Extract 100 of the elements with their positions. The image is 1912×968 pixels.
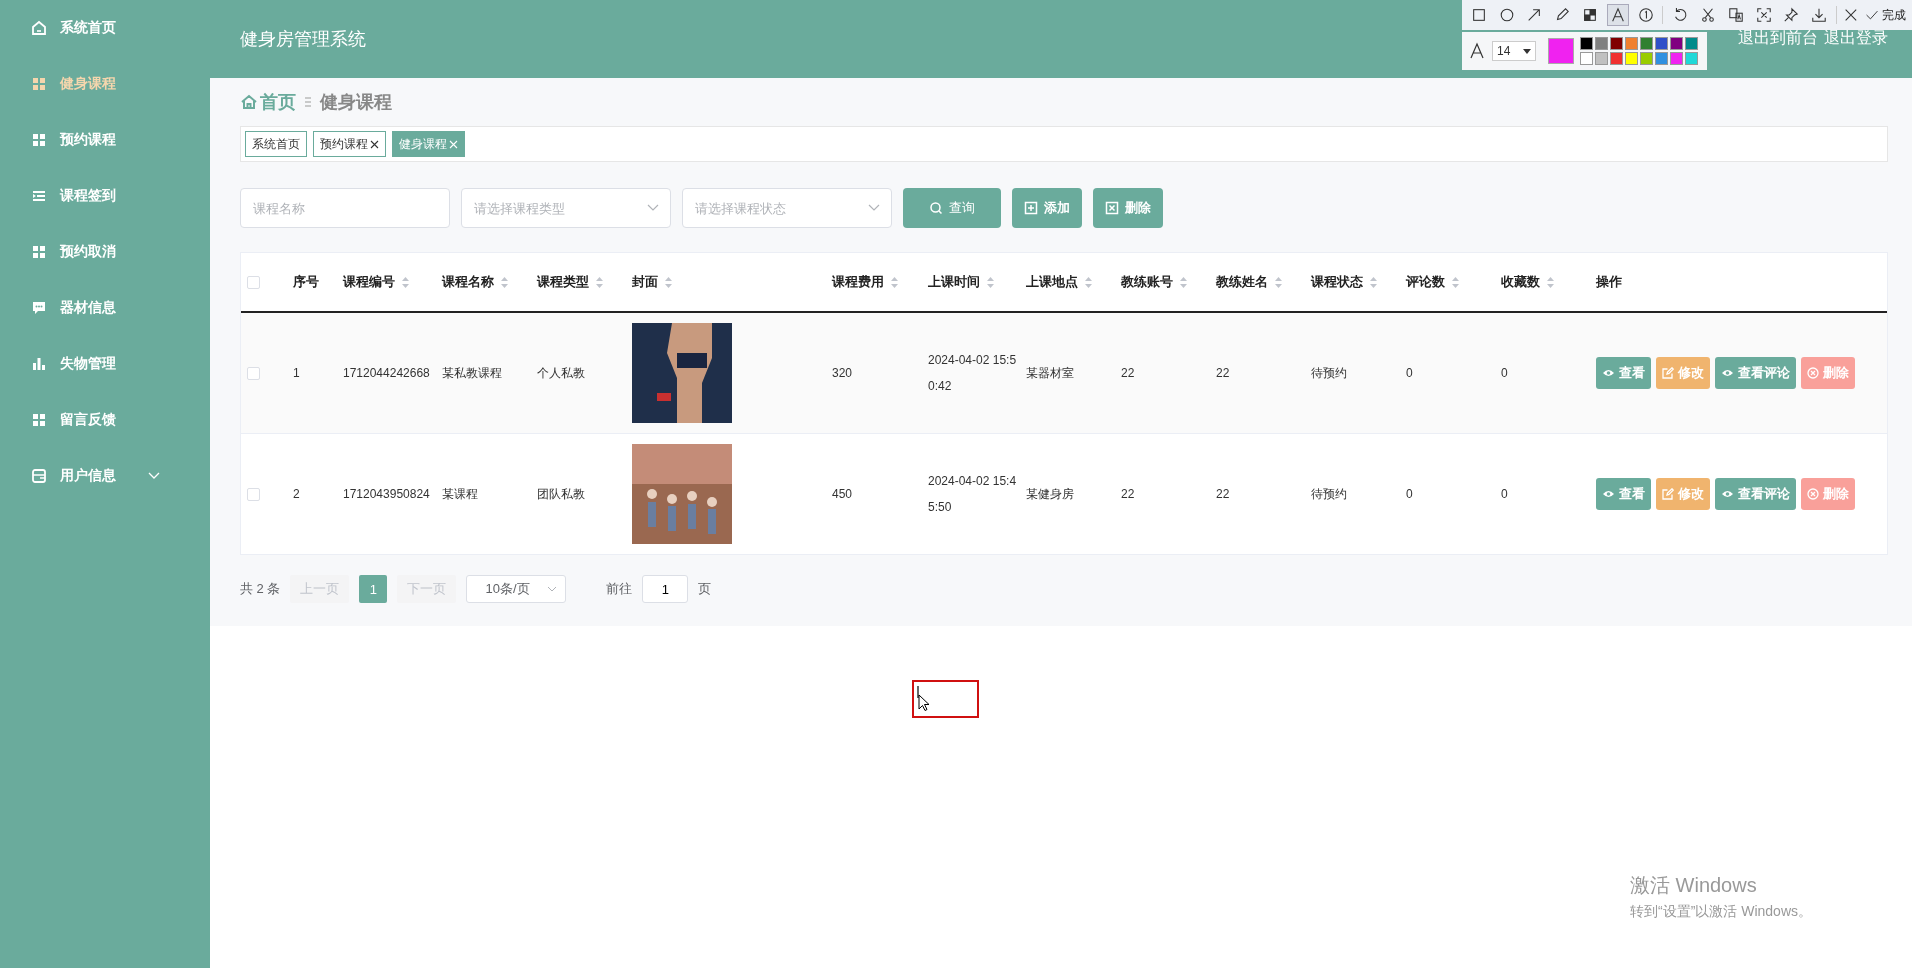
- page-number-field[interactable]: 1: [642, 575, 689, 603]
- sidebar-item[interactable]: 失物管理: [0, 336, 210, 392]
- row-checkbox[interactable]: [247, 366, 260, 380]
- color-swatch[interactable]: [1640, 37, 1653, 50]
- column-header[interactable]: 评论数: [1406, 273, 1445, 291]
- sidebar-item[interactable]: 系统首页: [0, 0, 210, 56]
- sort-icon[interactable]: [500, 275, 509, 289]
- activation-title: 激活 Windows: [1630, 873, 1758, 898]
- color-swatch[interactable]: [1625, 37, 1638, 50]
- sort-icon[interactable]: [1179, 275, 1188, 289]
- eye-icon: [1602, 489, 1615, 499]
- column-header[interactable]: 上课时间: [928, 273, 980, 291]
- undo-icon: [1672, 7, 1689, 23]
- color-swatch[interactable]: [1670, 52, 1683, 65]
- pencil-icon: [1554, 7, 1571, 23]
- column-header[interactable]: 课程类型: [537, 273, 589, 291]
- text-icon: [1609, 7, 1626, 23]
- view-button[interactable]: 查看: [1596, 357, 1651, 389]
- table-cell-text: 待预约: [1311, 485, 1348, 503]
- edit-button[interactable]: 修改: [1656, 478, 1710, 510]
- current-color-swatch[interactable]: [1548, 38, 1574, 64]
- page-size-select[interactable]: 10条/页: [466, 575, 567, 603]
- bar-chart-icon: [30, 355, 48, 373]
- sidebar-item[interactable]: 预约课程: [0, 112, 210, 168]
- table-cell-text: 1712043950824: [343, 487, 431, 501]
- table-cell-text: 2024-04-02 15:50:42: [928, 352, 1018, 395]
- breadcrumb-home-link[interactable]: 首页: [240, 90, 296, 114]
- sort-icon[interactable]: [1546, 275, 1555, 289]
- delete-button[interactable]: 删除: [1093, 188, 1163, 228]
- column-header[interactable]: 教练姓名: [1216, 273, 1268, 291]
- search-field[interactable]: 课程名称: [240, 188, 450, 228]
- color-swatch[interactable]: [1625, 52, 1638, 65]
- sort-icon[interactable]: [595, 275, 604, 289]
- header-link[interactable]: 退出登录: [1824, 29, 1888, 46]
- column-header[interactable]: 课程名称: [442, 273, 494, 291]
- sidebar-item[interactable]: 预约取消: [0, 224, 210, 280]
- tab[interactable]: 预约课程: [313, 131, 386, 157]
- sidebar-item[interactable]: 健身课程: [0, 56, 210, 112]
- sort-icon[interactable]: [986, 275, 995, 289]
- edit-button[interactable]: 修改: [1656, 357, 1710, 389]
- sort-icon[interactable]: [1451, 275, 1460, 289]
- select-field[interactable]: 请选择课程类型: [461, 188, 671, 228]
- header-link[interactable]: 退出到前台: [1738, 29, 1818, 46]
- tab[interactable]: 系统首页: [245, 131, 307, 157]
- view-button[interactable]: 查看评论: [1715, 357, 1796, 389]
- sort-icon[interactable]: [1084, 275, 1093, 289]
- delete-button[interactable]: 删除: [1801, 357, 1855, 389]
- sidebar-item[interactable]: 器材信息: [0, 280, 210, 336]
- page-button[interactable]: 1: [359, 575, 388, 603]
- color-swatch[interactable]: [1655, 52, 1668, 65]
- select-field[interactable]: 请选择课程状态: [682, 188, 892, 228]
- table-cell-text: 个人私教: [537, 364, 586, 382]
- sidebar-item[interactable]: 课程签到: [0, 168, 210, 224]
- color-swatch[interactable]: [1610, 52, 1623, 65]
- column-header[interactable]: 上课地点: [1026, 273, 1078, 291]
- sidebar-item[interactable]: 用户信息: [0, 448, 210, 504]
- sort-icon[interactable]: [1274, 275, 1283, 289]
- checkmark-icon: [1864, 8, 1879, 22]
- column-header: 序号: [293, 273, 319, 291]
- color-swatch[interactable]: [1580, 52, 1593, 65]
- search-button[interactable]: 查询: [903, 188, 1001, 228]
- close-icon[interactable]: [1843, 7, 1859, 23]
- color-swatch[interactable]: [1640, 52, 1653, 65]
- font-size-select[interactable]: 14: [1492, 41, 1536, 61]
- add-button[interactable]: 添加: [1012, 188, 1082, 228]
- sort-icon[interactable]: [401, 275, 410, 289]
- color-swatch[interactable]: [1655, 37, 1668, 50]
- mosaic-icon: [1582, 7, 1598, 23]
- column-header[interactable]: 课程状态: [1311, 273, 1363, 291]
- text-icon[interactable]: [1606, 4, 1629, 26]
- table-cell-text: 450: [832, 487, 854, 501]
- sort-icon[interactable]: [1369, 275, 1378, 289]
- color-swatch[interactable]: [1595, 37, 1608, 50]
- tab[interactable]: 健身课程: [392, 131, 465, 157]
- close-icon[interactable]: [370, 139, 379, 149]
- color-swatch[interactable]: [1685, 37, 1698, 50]
- view-button[interactable]: 查看: [1596, 478, 1651, 510]
- column-header[interactable]: 收藏数: [1501, 273, 1540, 291]
- color-swatch[interactable]: [1610, 37, 1623, 50]
- table-cell-text: 团队私教: [537, 485, 586, 503]
- column-header[interactable]: 课程编号: [343, 273, 395, 291]
- column-header[interactable]: 封面: [632, 273, 658, 291]
- select-all-checkbox[interactable]: [247, 275, 260, 289]
- sort-icon[interactable]: [890, 275, 899, 289]
- color-swatch[interactable]: [1580, 37, 1593, 50]
- rectangle-icon: [1470, 7, 1487, 23]
- view-button[interactable]: 查看评论: [1715, 478, 1796, 510]
- sort-icon[interactable]: [664, 275, 673, 289]
- color-swatch[interactable]: [1595, 52, 1608, 65]
- row-checkbox[interactable]: [247, 487, 260, 501]
- color-swatch[interactable]: [1670, 37, 1683, 50]
- number-icon: [1637, 7, 1654, 23]
- column-header[interactable]: 课程费用: [832, 273, 884, 291]
- sidebar-item[interactable]: 留言反馈: [0, 392, 210, 448]
- done-button[interactable]: 完成: [1864, 6, 1906, 24]
- column-header[interactable]: 教练账号: [1121, 273, 1173, 291]
- eye-icon: [1602, 368, 1615, 378]
- delete-button[interactable]: 删除: [1801, 478, 1855, 510]
- table-cell-text: 某课程: [442, 485, 479, 503]
- color-swatch[interactable]: [1685, 52, 1698, 65]
